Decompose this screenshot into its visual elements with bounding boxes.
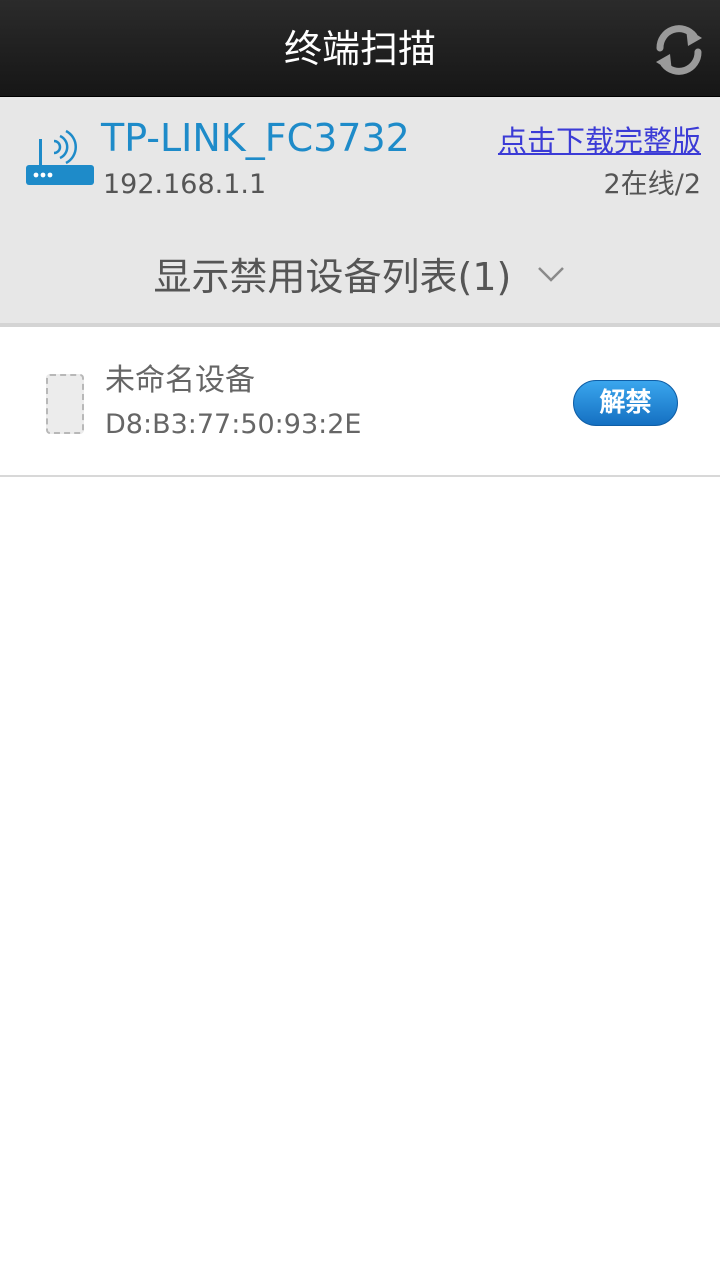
device-icon xyxy=(46,374,84,434)
router-info-panel: TP-LINK_FC3732 192.168.1.1 点击下载完整版 2在线/2… xyxy=(0,97,720,327)
title-bar: 终端扫描 xyxy=(0,0,720,97)
router-wifi-icon xyxy=(24,127,98,189)
download-full-version-link[interactable]: 点击下载完整版 xyxy=(498,121,701,161)
page-title: 终端扫描 xyxy=(283,27,436,71)
refresh-icon[interactable] xyxy=(650,24,708,76)
unban-button[interactable]: 解禁 xyxy=(573,380,678,426)
banned-list-label: 显示禁用设备列表(1) xyxy=(153,255,512,299)
chevron-down-icon xyxy=(536,264,566,284)
show-banned-devices-toggle[interactable]: 显示禁用设备列表(1) xyxy=(0,247,720,307)
online-count: 2在线/2 xyxy=(603,169,701,200)
router-name: TP-LINK_FC3732 xyxy=(101,116,410,160)
list-item: 未命名设备 D8:B3:77:50:93:2E 解禁 xyxy=(0,331,720,477)
router-ip: 192.168.1.1 xyxy=(103,169,267,200)
device-mac: D8:B3:77:50:93:2E xyxy=(105,409,362,440)
device-name: 未命名设备 xyxy=(105,363,255,398)
